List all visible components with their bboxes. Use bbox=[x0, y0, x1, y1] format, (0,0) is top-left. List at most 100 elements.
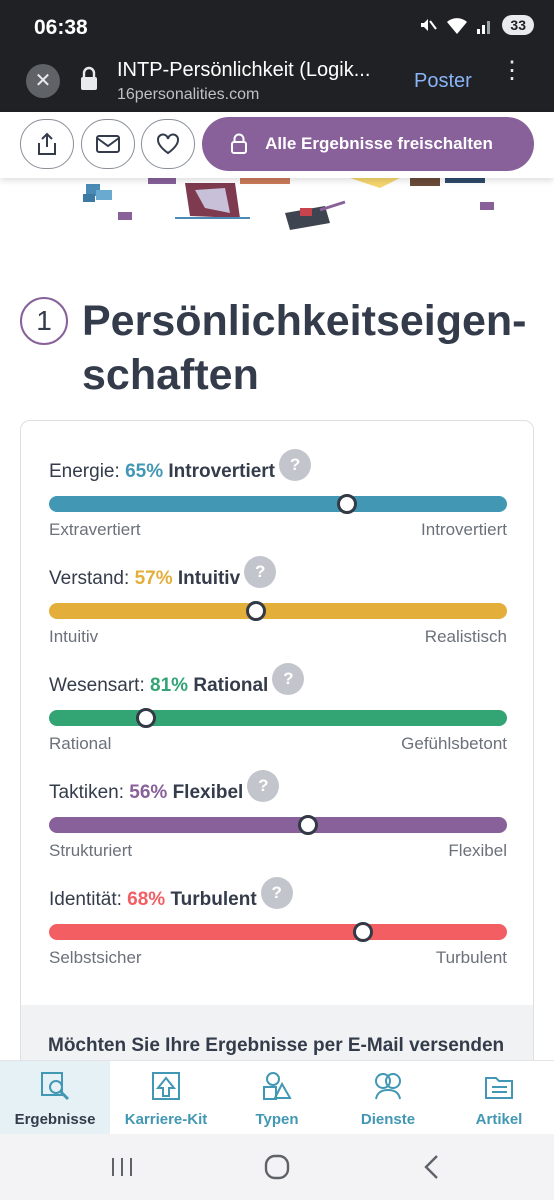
bottom-navigation: Ergebnisse Karriere-Kit Typen Dienste Ar… bbox=[0, 1060, 554, 1135]
trait-name: Intuitiv bbox=[177, 568, 241, 589]
lock-icon bbox=[231, 133, 247, 154]
poster-button[interactable]: Poster bbox=[414, 70, 482, 93]
trait-row: Energie: 65% Introvertiert? Extravertiert… bbox=[49, 449, 507, 544]
header-illustration bbox=[83, 178, 494, 230]
battery-indicator: 33 bbox=[502, 15, 534, 35]
close-tab-button[interactable]: ✕ bbox=[26, 64, 60, 98]
page-title[interactable]: INTP-Persönlichkeit (Logik... bbox=[117, 59, 397, 82]
trait-bar bbox=[49, 708, 507, 728]
help-icon[interactable]: ? bbox=[272, 663, 305, 695]
trait-heading: Wesensart: 81% Rational? bbox=[49, 663, 507, 701]
nav-label: Karriere-Kit bbox=[124, 1111, 208, 1128]
status-icons: 33 bbox=[418, 15, 534, 35]
close-icon: ✕ bbox=[34, 70, 52, 92]
section-title: Persönlichkeitseigen-schaften bbox=[82, 297, 527, 399]
help-icon[interactable]: ? bbox=[247, 770, 280, 802]
trait-poles: Strukturiert Flexibel bbox=[49, 839, 507, 865]
types-icon bbox=[263, 1072, 292, 1100]
trait-bar bbox=[49, 494, 507, 514]
trait-marker bbox=[336, 494, 357, 514]
trait-heading: Verstand: 57% Intuitiv? bbox=[49, 556, 507, 594]
trait-right-pole: Gefühlsbetont bbox=[401, 734, 507, 753]
unlock-results-label: Alle Ergebnisse freischalten bbox=[265, 134, 493, 153]
back-icon[interactable] bbox=[422, 1154, 442, 1180]
trait-name: Turbulent bbox=[170, 889, 257, 910]
trait-label: Identität: bbox=[49, 889, 122, 910]
trait-marker bbox=[352, 922, 373, 942]
trait-percent: 57% bbox=[134, 568, 173, 589]
nav-item-career-kit[interactable]: Karriere-Kit bbox=[111, 1061, 221, 1135]
heart-icon bbox=[157, 133, 179, 155]
trait-bar bbox=[49, 815, 507, 835]
trait-percent: 65% bbox=[125, 461, 164, 482]
trait-label: Wesensart: bbox=[49, 675, 145, 696]
nav-label: Dienste bbox=[360, 1111, 416, 1128]
help-icon[interactable]: ? bbox=[260, 877, 293, 909]
trait-row: Verstand: 57% Intuitiv? Intuitiv Realistis… bbox=[49, 556, 507, 651]
nav-label: Ergebnisse bbox=[14, 1111, 96, 1128]
unlock-results-button[interactable]: Alle Ergebnisse freischalten bbox=[202, 117, 534, 171]
trait-label: Energie: bbox=[49, 461, 120, 482]
help-icon[interactable]: ? bbox=[279, 449, 312, 481]
signal-icon bbox=[477, 21, 491, 34]
nav-item-results[interactable]: Ergebnisse bbox=[0, 1061, 110, 1135]
trait-poles: Selbstsicher Turbulent bbox=[49, 946, 507, 972]
trait-bar bbox=[49, 922, 507, 942]
lock-icon[interactable] bbox=[79, 66, 99, 92]
trait-left-pole: Strukturiert bbox=[49, 841, 133, 860]
action-bar: Alle Ergebnisse freischalten bbox=[0, 112, 554, 178]
trait-marker bbox=[135, 708, 156, 728]
trait-name: Rational bbox=[193, 675, 269, 696]
trait-left-pole: Rational bbox=[49, 734, 112, 753]
system-navigation-bar bbox=[0, 1134, 554, 1200]
trait-left-pole: Selbstsicher bbox=[49, 948, 142, 967]
mute-icon bbox=[421, 19, 438, 31]
trait-percent: 81% bbox=[150, 675, 189, 696]
nav-label: Artikel bbox=[475, 1111, 523, 1128]
trait-label: Verstand: bbox=[49, 568, 130, 589]
trait-right-pole: Introvertiert bbox=[421, 520, 507, 539]
nav-item-types[interactable]: Typen bbox=[222, 1061, 332, 1135]
email-button[interactable] bbox=[81, 119, 135, 169]
trait-heading: Energie: 65% Introvertiert? bbox=[49, 449, 507, 487]
trait-poles: Rational Gefühlsbetont bbox=[49, 732, 507, 758]
favorite-button[interactable] bbox=[141, 119, 195, 169]
share-button[interactable] bbox=[20, 119, 74, 169]
email-prompt: Möchten Sie Ihre Ergebnisse per E-Mail v… bbox=[48, 1035, 505, 1056]
trait-poles: Extravertiert Introvertiert bbox=[49, 518, 507, 544]
results-icon bbox=[41, 1072, 70, 1101]
trait-left-pole: Intuitiv bbox=[49, 627, 99, 646]
section-number: 1 bbox=[20, 297, 68, 345]
trait-label: Taktiken: bbox=[49, 782, 124, 803]
trait-right-pole: Flexibel bbox=[448, 841, 507, 860]
trait-name: Flexibel bbox=[172, 782, 244, 803]
trait-heading: Identität: 68% Turbulent? bbox=[49, 877, 507, 915]
trait-left-pole: Extravertiert bbox=[49, 520, 141, 539]
recent-apps-icon[interactable] bbox=[110, 1156, 134, 1178]
wifi-icon bbox=[447, 18, 468, 34]
trait-percent: 56% bbox=[129, 782, 168, 803]
home-icon[interactable] bbox=[264, 1154, 290, 1180]
trait-right-pole: Realistisch bbox=[424, 627, 507, 646]
nav-item-services[interactable]: Dienste bbox=[333, 1061, 443, 1135]
trait-poles: Intuitiv Realistisch bbox=[49, 625, 507, 651]
trait-heading: Taktiken: 56% Flexibel? bbox=[49, 770, 507, 808]
page-domain[interactable]: 16personalities.com bbox=[117, 86, 259, 104]
career-kit-icon bbox=[152, 1072, 180, 1100]
traits-card: Energie: 65% Introvertiert? Extravertiert… bbox=[20, 420, 534, 1120]
services-icon bbox=[375, 1073, 401, 1100]
help-icon[interactable]: ? bbox=[244, 556, 277, 588]
trait-row: Wesensart: 81% Rational? Rational Gefühlsb… bbox=[49, 663, 507, 758]
mail-icon bbox=[96, 135, 120, 153]
trait-marker bbox=[246, 601, 267, 621]
trait-row: Taktiken: 56% Flexibel? Strukturiert Flexi… bbox=[49, 770, 507, 865]
nav-item-articles[interactable]: Artikel bbox=[444, 1061, 554, 1135]
trait-marker bbox=[297, 815, 318, 835]
trait-name: Introvertiert bbox=[168, 461, 276, 482]
nav-label: Typen bbox=[255, 1111, 299, 1128]
browser-toolbar: ✕ INTP-Persönlichkeit (Logik... 16person… bbox=[0, 56, 554, 112]
share-icon bbox=[38, 132, 56, 155]
trait-right-pole: Turbulent bbox=[435, 948, 507, 967]
trait-row: Identität: 68% Turbulent? Selbstsicher Tur… bbox=[49, 877, 507, 972]
overflow-menu-icon[interactable]: ⋮ bbox=[500, 59, 524, 83]
